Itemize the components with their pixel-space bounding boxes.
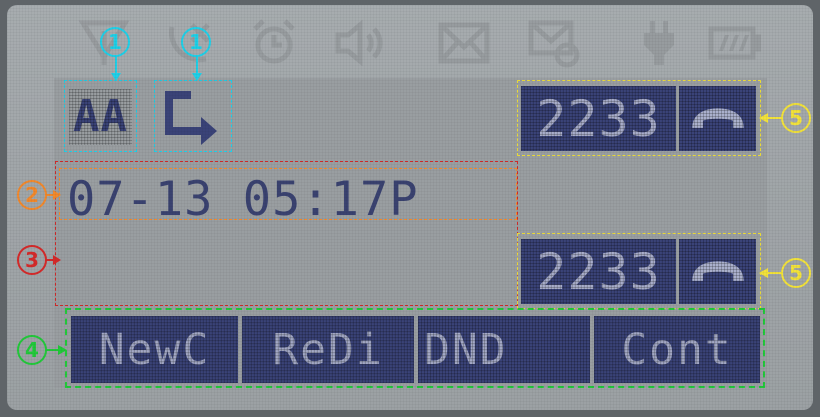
line-key-2-number-label: 2233 [536, 242, 661, 301]
callout-5-line-1: 5 [781, 103, 811, 133]
voicemail-icon [527, 17, 581, 69]
call-forward-icon [159, 87, 225, 147]
callout-3-idle-area: 3 [17, 245, 47, 275]
softkey-dnd[interactable]: DND [418, 316, 590, 383]
callout-2-datetime: 2 [17, 180, 47, 210]
speaker-volume-icon [332, 17, 386, 69]
callout-5-line-1-arrow [759, 113, 783, 123]
softkey-redi-label: ReDi [272, 324, 384, 375]
softkey-dnd-label: DND [424, 324, 508, 375]
power-plug-icon [632, 17, 686, 69]
softkey-newc-label: NewC [98, 324, 211, 375]
softkey-redi[interactable]: ReDi [242, 316, 414, 383]
aa-indicator-label: AA [73, 91, 128, 142]
callout-2-arrow [45, 190, 61, 200]
softkey-cont-label: Cont [621, 324, 733, 375]
line-key-2-number[interactable]: 2233 [521, 239, 676, 304]
line-key-2-handset-icon[interactable] [679, 239, 756, 304]
datetime-display: 07-13 05:17P [67, 172, 419, 227]
alarm-icon [247, 17, 301, 69]
callout-1-forward: 1 [181, 27, 211, 57]
callout-1-forward-arrow [192, 55, 202, 81]
callout-4-softkeys: 4 [17, 335, 47, 365]
aa-indicator: AA [69, 89, 132, 145]
callout-1-aa-arrow [111, 55, 121, 81]
line-key-1-number-label: 2233 [536, 89, 661, 148]
callout-3-arrow [45, 255, 61, 265]
line-key-1-handset-icon[interactable] [679, 86, 756, 151]
message-icon [437, 17, 491, 69]
callout-5-line-2: 5 [781, 258, 811, 288]
callout-4-arrow [45, 345, 67, 355]
line-key-1-number[interactable]: 2233 [521, 86, 676, 151]
phone-lcd-screen: 1 1 AA 2233 5 07-13 05:17P 2 3 2233 5 Ne… [7, 5, 813, 410]
softkey-cont[interactable]: Cont [594, 316, 760, 383]
softkey-newc[interactable]: NewC [71, 316, 238, 383]
callout-1-aa: 1 [100, 27, 130, 57]
battery-icon [707, 17, 762, 69]
callout-5-line-2-arrow [759, 268, 783, 278]
